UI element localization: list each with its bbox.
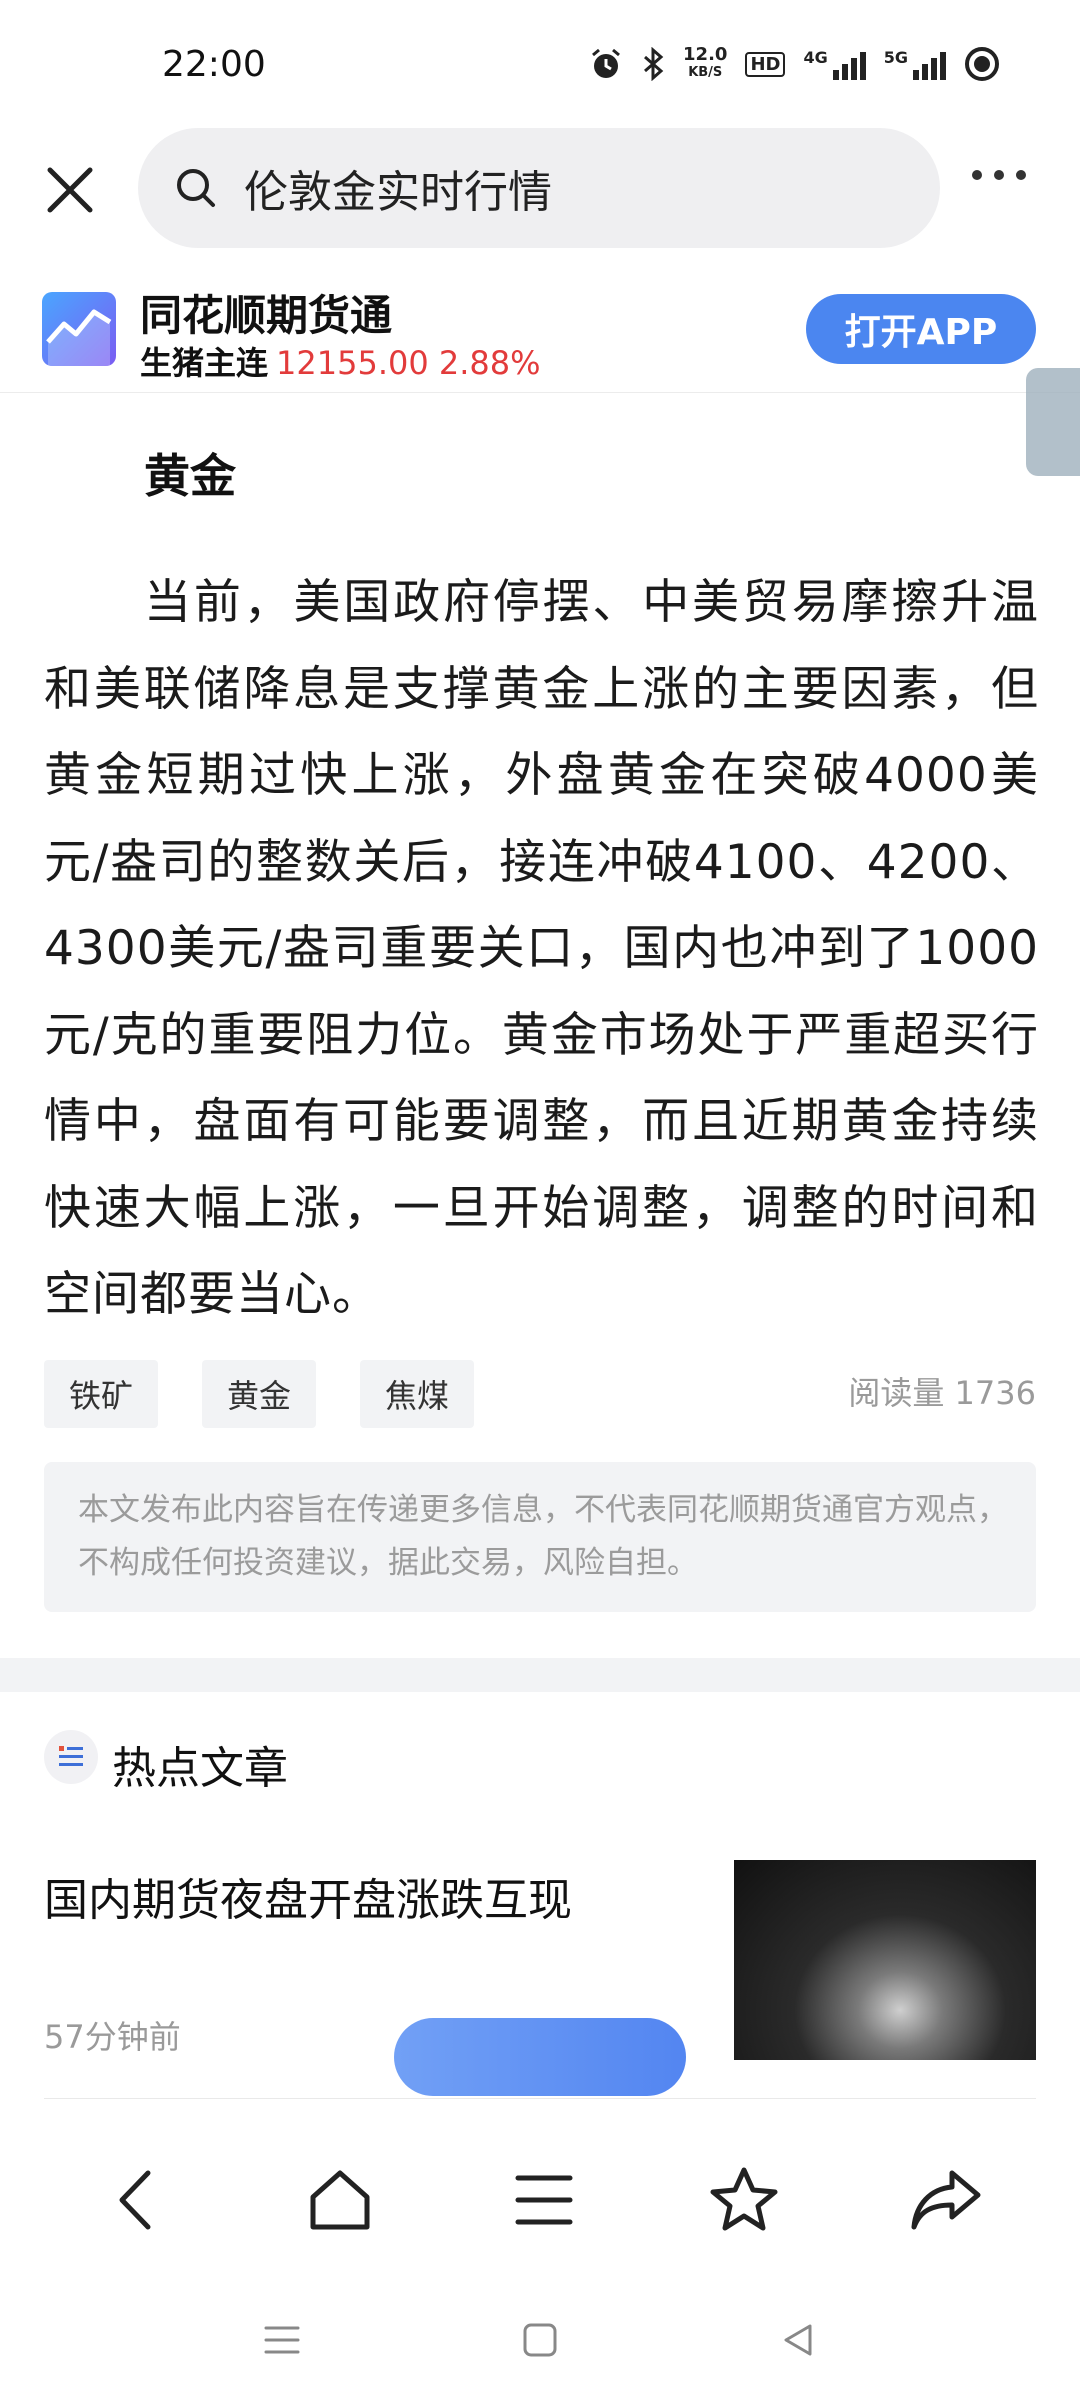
status-icons: 12.0 KB/S HD 4G 5G <box>589 46 1000 82</box>
back-button[interactable] <box>96 2160 176 2240</box>
disclaimer-box: 本文发布此内容旨在传递更多信息，不代表同花顺期货通官方观点，不构成任何投资建议，… <box>44 1462 1036 1612</box>
recents-icon <box>264 2326 300 2354</box>
article-body: 当前，美国政府停摆、中美贸易摩擦升温和美联储降息是支撑黄金上涨的主要因素，但黄金… <box>44 575 1039 1322</box>
search-query: 伦敦金实时行情 <box>244 167 552 218</box>
star-icon <box>710 2167 778 2231</box>
system-back-button[interactable] <box>768 2310 828 2370</box>
floating-action-button[interactable] <box>394 2018 686 2096</box>
chart-logo-icon <box>46 309 112 366</box>
home-button[interactable] <box>300 2160 380 2240</box>
more-dot <box>994 170 1004 180</box>
hot-articles-title: 热点文章 <box>112 1743 288 1794</box>
app-name: 同花顺期货通 <box>140 291 393 340</box>
menu-button[interactable] <box>504 2160 584 2240</box>
news-item-time: 57分钟前 <box>44 2018 181 2056</box>
signal-icon-4g: 4G <box>803 48 866 80</box>
more-button[interactable] <box>972 170 1026 180</box>
ticker-name: 生猪主连 <box>140 344 269 382</box>
alarm-icon <box>592 48 620 78</box>
divider <box>0 392 1080 393</box>
back-icon <box>119 2170 151 2230</box>
close-icon <box>47 167 93 213</box>
battery-icon <box>965 47 999 81</box>
ticker: 生猪主连 12155.00 2.88% <box>140 338 541 384</box>
news-item-title[interactable]: 国内期货夜盘开盘涨跌互现 <box>44 1864 572 1928</box>
close-button[interactable] <box>40 160 100 220</box>
signal-icon-5g: 5G <box>884 48 946 80</box>
more-dot <box>972 170 982 180</box>
system-home-button[interactable] <box>510 2310 570 2370</box>
open-app-button[interactable]: 打开APP <box>806 294 1036 364</box>
list-icon <box>59 1746 83 1766</box>
tag-list: 铁矿 黄金 焦煤 <box>44 1360 474 1428</box>
more-dot <box>1016 170 1026 180</box>
system-recents-button[interactable] <box>252 2310 312 2370</box>
news-item-thumbnail[interactable] <box>734 1860 1036 2060</box>
square-icon <box>523 2323 557 2357</box>
menu-icon <box>515 2175 573 2225</box>
section-separator <box>0 1658 1080 1692</box>
disclaimer-text: 本文发布此内容旨在传递更多信息，不代表同花顺期货通官方观点，不构成任何投资建议，… <box>78 1492 1008 1581</box>
search-icon <box>177 169 215 207</box>
status-time: 22:00 <box>162 44 266 85</box>
divider <box>44 2098 1036 2099</box>
favorite-button[interactable] <box>704 2160 784 2240</box>
home-icon <box>310 2170 370 2230</box>
article-heading: 黄金 <box>144 449 236 503</box>
app-logo <box>42 292 116 366</box>
hot-articles-icon <box>44 1730 98 1784</box>
read-count: 阅读量 1736 <box>848 1374 1036 1412</box>
bluetooth-icon <box>644 47 664 81</box>
net-speed: 12.0 KB/S <box>683 44 728 81</box>
ticker-value: 12155.00 2.88% <box>276 344 541 382</box>
tag-item[interactable]: 焦煤 <box>360 1360 474 1428</box>
triangle-back-icon <box>784 2324 812 2356</box>
hd-icon: HD <box>745 51 786 77</box>
share-icon <box>911 2170 981 2230</box>
search-input[interactable]: 伦敦金实时行情 <box>138 128 940 248</box>
tag-item[interactable]: 黄金 <box>202 1360 316 1428</box>
share-button[interactable] <box>906 2160 986 2240</box>
floating-side-tab[interactable] <box>1026 368 1080 476</box>
tag-item[interactable]: 铁矿 <box>44 1360 158 1428</box>
